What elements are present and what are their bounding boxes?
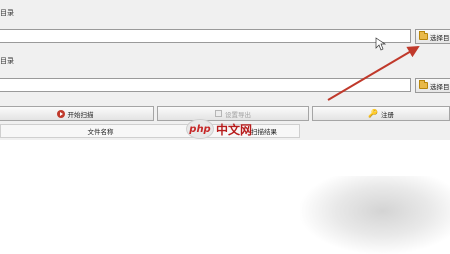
- start-scan-button[interactable]: 开始扫描: [0, 106, 154, 121]
- watermark-text: 中文网: [216, 122, 253, 137]
- key-icon: 🔑: [368, 109, 378, 118]
- register-label: 注册: [380, 110, 394, 119]
- site-watermark: php 中文网: [186, 118, 252, 140]
- watermark-logo: php: [186, 119, 214, 139]
- select-source-directory-button[interactable]: 选择目录: [415, 29, 450, 44]
- select-directory-label: 选择目录: [430, 33, 450, 42]
- start-scan-icon: [56, 109, 65, 118]
- results-table-header: 文件名称 扫描结果: [0, 124, 300, 138]
- folder-icon: [419, 80, 428, 89]
- target-directory-input[interactable]: [0, 78, 411, 92]
- column-header-file-name[interactable]: 文件名称: [1, 125, 201, 137]
- source-directory-label: 目录: [0, 9, 14, 17]
- blurred-region: [300, 176, 450, 254]
- target-directory-label: 目录: [0, 57, 14, 65]
- register-button[interactable]: 🔑 注册: [312, 106, 450, 121]
- start-scan-label: 开始扫描: [67, 110, 94, 119]
- export-icon: [215, 110, 222, 117]
- select-target-directory-button[interactable]: 选择目录: [415, 78, 450, 93]
- folder-icon: [419, 31, 428, 40]
- source-directory-input[interactable]: [0, 29, 411, 43]
- export-settings-label: 设置导出: [225, 110, 251, 119]
- select-directory-label: 选择目录: [430, 82, 450, 91]
